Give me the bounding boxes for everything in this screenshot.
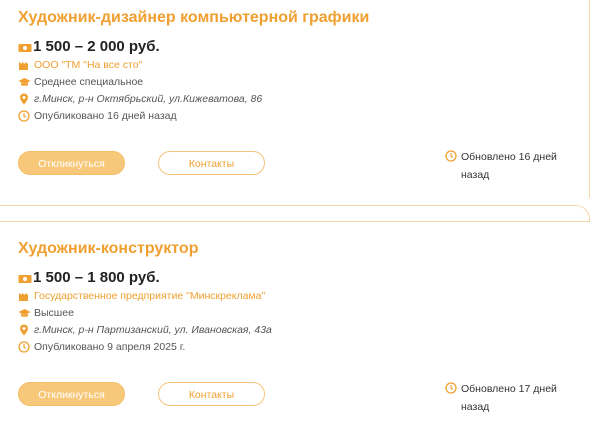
vacancy-card: Художник-дизайнер компьютерной графики 1…: [0, 0, 590, 204]
clock-icon: [18, 341, 30, 353]
salary: 1 500 – 2 000 руб.: [33, 38, 160, 55]
location-pin-icon: [18, 93, 30, 105]
clock-icon: [445, 150, 457, 162]
vacancy-title[interactable]: Художник-дизайнер компьютерной графики: [18, 9, 369, 27]
address: г.Минск, р-н Партизанский, ул. Ивановска…: [34, 324, 272, 336]
card-divider: [0, 205, 590, 221]
clock-icon: [18, 110, 30, 122]
updated-line-1: Обновлено 17 дней: [461, 383, 557, 395]
graduation-cap-icon: [18, 307, 31, 319]
building-icon: [18, 59, 30, 71]
vacancy-title[interactable]: Художник-конструктор: [18, 240, 198, 258]
published-date: Опубликовано 16 дней назад: [34, 110, 177, 122]
money-icon: [18, 272, 32, 284]
building-icon: [18, 290, 30, 302]
education-row: Среднее специальное: [18, 76, 143, 88]
address-row: г.Минск, р-н Октябрьский, ул.Кижеватова,…: [18, 93, 262, 105]
updated-line-2: назад: [461, 401, 490, 413]
education: Высшее: [34, 307, 74, 319]
published-row: Опубликовано 9 апреля 2025 г.: [18, 341, 185, 353]
contacts-button[interactable]: Контакты: [158, 151, 265, 175]
updated-line-1: Обновлено 16 дней: [461, 151, 557, 163]
company-row: ООО "ТМ "На все сто": [18, 59, 142, 71]
education: Среднее специальное: [34, 76, 144, 88]
published-date: Опубликовано 9 апреля 2025 г.: [34, 341, 186, 353]
location-pin-icon: [18, 324, 30, 336]
salary-row: 1 500 – 2 000 руб.: [18, 38, 160, 55]
company-link[interactable]: ООО "ТМ "На все сто": [34, 59, 142, 71]
graduation-cap-icon: [18, 76, 31, 88]
address-row: г.Минск, р-н Партизанский, ул. Ивановска…: [18, 324, 272, 336]
education-row: Высшее: [18, 307, 74, 319]
salary-row: 1 500 – 1 800 руб.: [18, 269, 160, 286]
vacancy-card: Художник-конструктор 1 500 – 1 800 руб. …: [0, 226, 590, 426]
updated-info: Обновлено 17 дней назад: [445, 380, 585, 416]
updated-info: Обновлено 16 дней назад: [445, 148, 585, 184]
apply-button[interactable]: Откликнуться: [18, 151, 125, 175]
money-icon: [18, 41, 32, 53]
published-row: Опубликовано 16 дней назад: [18, 110, 177, 122]
address: г.Минск, р-н Октябрьский, ул.Кижеватова,…: [34, 93, 263, 105]
updated-line-2: назад: [461, 169, 490, 181]
company-link[interactable]: Государственное предприятие "Минскреклам…: [34, 290, 265, 302]
clock-icon: [445, 382, 457, 394]
company-row: Государственное предприятие "Минскреклам…: [18, 290, 265, 302]
contacts-button[interactable]: Контакты: [158, 382, 265, 406]
salary: 1 500 – 1 800 руб.: [33, 269, 160, 286]
apply-button[interactable]: Откликнуться: [18, 382, 125, 406]
